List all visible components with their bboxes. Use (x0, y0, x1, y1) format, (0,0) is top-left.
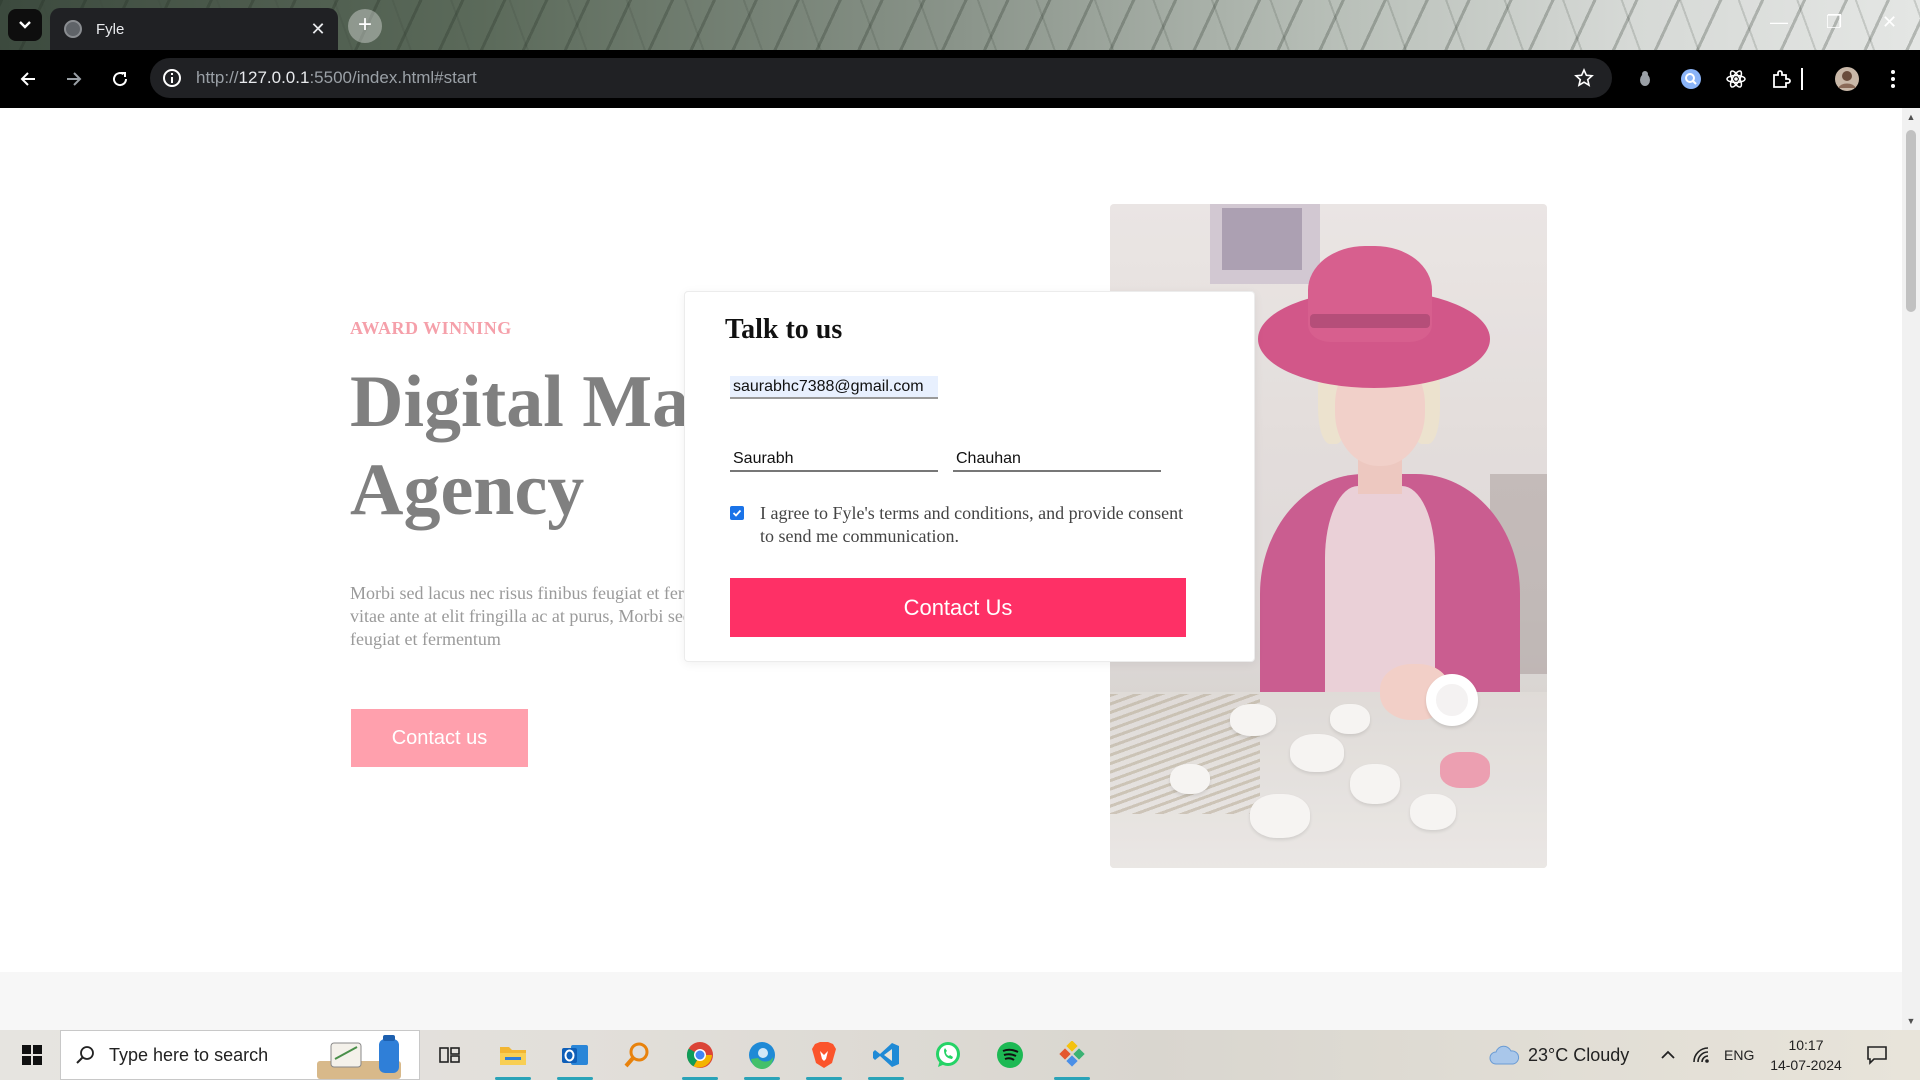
extensions-puzzle-icon[interactable] (1766, 64, 1796, 94)
tab-title: Fyle (96, 20, 125, 38)
checkmark-icon (732, 509, 742, 517)
taskbar-search-box[interactable]: Type here to search (60, 1030, 420, 1080)
outlook-icon[interactable] (555, 1036, 595, 1080)
forward-button[interactable] (52, 57, 96, 101)
tab-search-button[interactable] (8, 9, 42, 41)
chevron-down-icon (19, 21, 31, 29)
talk-to-us-modal: Talk to us I agree to Fyle's terms and c… (684, 291, 1255, 662)
whatsapp-icon[interactable] (928, 1036, 968, 1074)
page-viewport: AWARD WINNING Digital Marketing Agency M… (0, 108, 1902, 1030)
windows-logo-icon (22, 1045, 42, 1065)
modal-title: Talk to us (725, 314, 843, 345)
chrome-icon[interactable] (680, 1036, 720, 1080)
scroll-down-arrow-icon[interactable]: ▼ (1902, 1012, 1920, 1030)
spotify-icon[interactable] (990, 1036, 1030, 1074)
clock-date: 14-07-2024 (1770, 1057, 1842, 1073)
clock-time: 10:17 (1788, 1037, 1824, 1053)
browser-tab-bar: Fyle ✕ + — ❐ ✕ (0, 0, 1920, 50)
notification-center-icon[interactable] (1866, 1030, 1888, 1080)
url-path: :5500/index.html#start (309, 68, 477, 87)
consent-label: I agree to Fyle's terms and conditions, … (760, 503, 1184, 546)
search-highlight-art-icon (317, 1035, 401, 1079)
url-scheme: http:// (196, 68, 239, 87)
brave-icon[interactable] (804, 1036, 844, 1080)
task-view-icon[interactable] (430, 1036, 470, 1074)
modal-contact-us-button[interactable]: Contact Us (730, 578, 1186, 637)
reload-button[interactable] (98, 57, 142, 101)
window-close-icon[interactable]: ✕ (1882, 12, 1897, 33)
first-name-field[interactable] (730, 448, 938, 472)
file-explorer-icon[interactable] (493, 1036, 533, 1080)
git-tool-icon[interactable] (1052, 1036, 1092, 1080)
edge-icon[interactable] (742, 1036, 782, 1080)
browser-toolbar: http://127.0.0.1:5500/index.html#start (0, 50, 1920, 108)
bookmark-star-icon[interactable] (1564, 58, 1604, 98)
language-indicator[interactable]: ENG (1724, 1030, 1754, 1080)
consent-checkbox[interactable] (730, 506, 744, 520)
site-info-icon[interactable] (152, 58, 192, 98)
react-devtools-icon[interactable] (1721, 64, 1751, 94)
new-tab-button[interactable]: + (348, 9, 382, 43)
taskbar-clock[interactable]: 10:17 14-07-2024 (1766, 1035, 1846, 1075)
bug-extension-icon[interactable] (1630, 64, 1660, 94)
weather-widget[interactable]: 23°C Cloudy (1488, 1030, 1629, 1080)
show-hidden-icons-chevron-up-icon[interactable] (1660, 1030, 1676, 1080)
toolbar-divider (1800, 64, 1804, 94)
address-bar[interactable]: http://127.0.0.1:5500/index.html#start (150, 58, 1612, 98)
windows-taskbar: Type here to search 23°C Cloudy ENG 10:1… (0, 1030, 1920, 1080)
url-text[interactable]: http://127.0.0.1:5500/index.html#start (196, 68, 1564, 88)
hero-contact-button[interactable]: Contact us (351, 709, 528, 767)
reload-icon (113, 72, 128, 87)
email-field[interactable] (730, 376, 938, 399)
last-name-field[interactable] (953, 448, 1161, 472)
browser-menu-icon[interactable] (1878, 64, 1908, 94)
search-icon (76, 1046, 94, 1064)
hero-eyebrow: AWARD WINNING (350, 318, 512, 338)
vscode-icon[interactable] (866, 1036, 906, 1080)
next-section-band (0, 972, 1902, 1030)
profile-avatar[interactable] (1832, 64, 1862, 94)
cloud-icon (1489, 1045, 1519, 1065)
arrow-left-icon (20, 72, 35, 86)
browser-tab[interactable]: Fyle ✕ (50, 8, 338, 50)
close-icon[interactable]: ✕ (304, 19, 332, 40)
arrow-right-icon (67, 72, 82, 86)
magnifier-app-icon[interactable] (617, 1036, 657, 1074)
weather-text: 23°C Cloudy (1528, 1044, 1630, 1065)
consent-row: I agree to Fyle's terms and conditions, … (730, 502, 1190, 548)
lens-extension-icon[interactable] (1676, 64, 1706, 94)
back-button[interactable] (6, 57, 50, 101)
page-scrollbar[interactable]: ▲ ▼ (1902, 108, 1920, 1030)
windows-start-button[interactable] (8, 1030, 56, 1080)
restore-icon[interactable]: ❐ (1826, 12, 1842, 33)
wifi-icon[interactable] (1692, 1030, 1712, 1080)
taskbar-search-placeholder: Type here to search (109, 1044, 269, 1065)
minimize-icon[interactable]: — (1770, 12, 1788, 33)
url-host: 127.0.0.1 (238, 68, 310, 87)
scroll-thumb[interactable] (1906, 130, 1916, 312)
globe-icon (64, 20, 82, 38)
scroll-up-arrow-icon[interactable]: ▲ (1902, 108, 1920, 126)
